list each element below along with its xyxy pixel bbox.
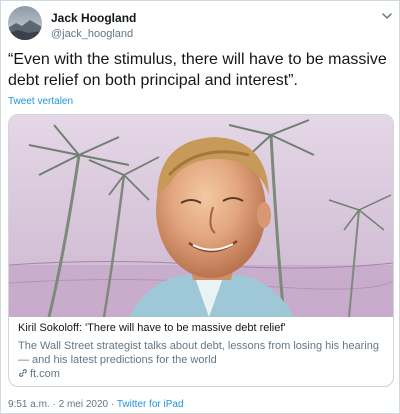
card-title[interactable]: Kiril Sokoloff: 'There will have to be m…: [18, 322, 286, 334]
card-description: The Wall Street strategist talks about d…: [18, 340, 379, 366]
link-icon: [18, 368, 28, 378]
tweet-container: Jack Hoogland @jack_hoogland “Even with …: [0, 0, 400, 414]
tweet-meta: 9:51 a.m. · 2 mei 2020 · Twitter for iPa…: [8, 399, 184, 410]
avatar[interactable]: [8, 6, 42, 40]
chevron-down-icon[interactable]: [380, 9, 394, 23]
tweet-date[interactable]: 2 mei 2020: [59, 399, 108, 410]
card-image[interactable]: [9, 115, 393, 318]
translate-link[interactable]: Tweet vertalen: [8, 96, 73, 107]
card-domain[interactable]: ft.com: [18, 368, 60, 380]
card-domain-text: ft.com: [30, 368, 60, 380]
tweet-header: Jack Hoogland @jack_hoogland: [8, 6, 394, 46]
tweet-text: “Even with the stimulus, there will have…: [8, 51, 387, 89]
author-name[interactable]: Jack Hoogland: [51, 11, 136, 25]
tweet-source[interactable]: Twitter for iPad: [117, 399, 184, 410]
meta-separator: ·: [110, 399, 115, 410]
tweet-time[interactable]: 9:51 a.m.: [8, 399, 50, 410]
author-handle[interactable]: @jack_hoogland: [51, 28, 133, 40]
link-card[interactable]: Kiril Sokoloff: 'There will have to be m…: [8, 114, 394, 387]
meta-separator: ·: [52, 399, 56, 410]
